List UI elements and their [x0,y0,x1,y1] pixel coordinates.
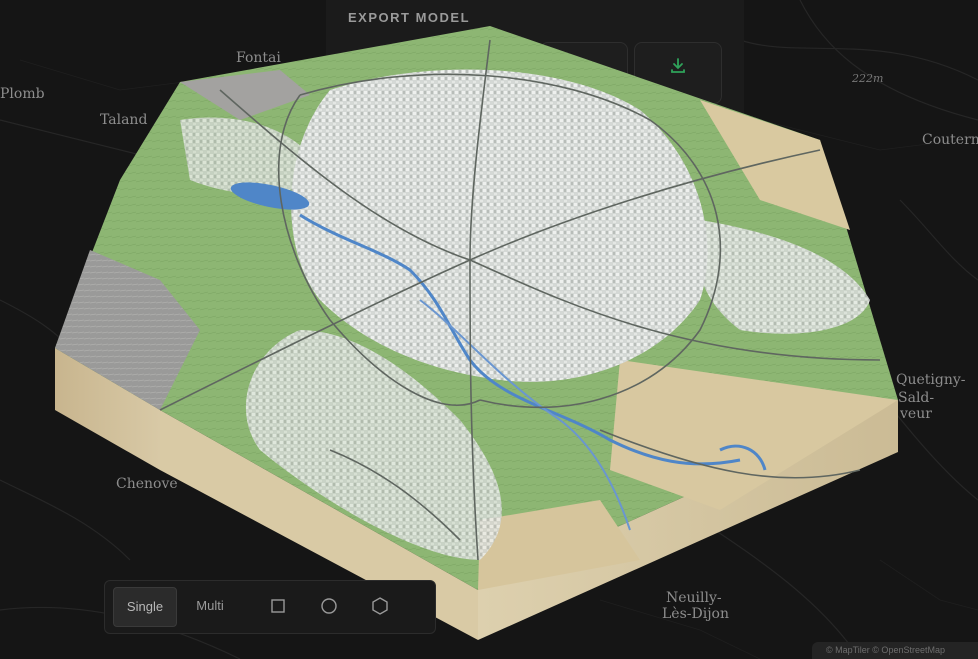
hexagon-icon [372,597,388,615]
circle-shape-button[interactable] [312,589,346,623]
map-attribution[interactable]: © MapTiler © OpenStreetMap [812,642,978,659]
square-icon [271,599,285,613]
shape-toolbar: Single Multi [104,580,436,634]
single-mode-button[interactable]: Single [113,587,177,627]
square-shape-button[interactable] [261,589,295,623]
circle-icon [321,598,337,614]
multi-mode-button[interactable]: Multi [179,587,241,625]
terrain-model[interactable] [0,0,978,659]
hexagon-shape-button[interactable] [363,589,397,623]
